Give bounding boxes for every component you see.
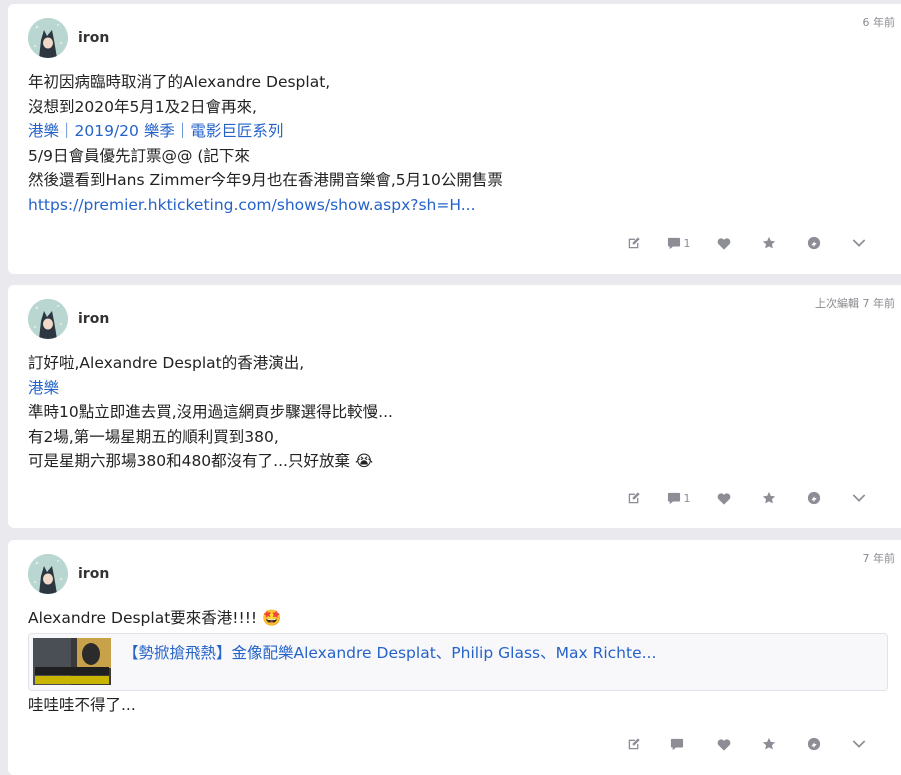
star-icon <box>762 737 775 750</box>
like-button[interactable] <box>701 233 746 253</box>
edit-icon <box>628 492 640 504</box>
post-card: iron 6 年前 年初因病臨時取消了的Alexandre Desplat, 沒… <box>8 4 901 274</box>
share-button[interactable] <box>791 734 836 754</box>
heart-icon <box>717 738 730 751</box>
edit-button[interactable] <box>611 488 656 508</box>
content-link[interactable]: 港樂 <box>28 376 393 401</box>
bookmark-button[interactable] <box>746 734 791 754</box>
bookmark-button[interactable] <box>746 488 791 508</box>
reply-button[interactable]: 1 <box>656 233 701 253</box>
post-actions: 1 <box>611 488 881 508</box>
reply-count: 1 <box>683 236 691 250</box>
author-name[interactable]: iron <box>78 30 109 46</box>
author-name[interactable]: iron <box>78 311 109 327</box>
avatar-image <box>28 299 68 339</box>
post-card: iron 7 年前 Alexandre Desplat要來香港!!!! 🤩 【勢… <box>8 540 901 775</box>
more-button[interactable] <box>836 233 881 253</box>
avatar[interactable] <box>28 299 68 339</box>
avatar[interactable] <box>28 554 68 594</box>
post-card: iron 上次編輯 7 年前 訂好啦,Alexandre Desplat的香港演… <box>8 285 901 528</box>
avatar-image <box>28 554 68 594</box>
content-line: Alexandre Desplat要來香港!!!! 🤩 <box>28 606 281 631</box>
content-line: 訂好啦,Alexandre Desplat的香港演出, <box>28 354 305 372</box>
chevron-down-icon <box>852 740 865 748</box>
star-icon <box>762 236 775 249</box>
chevron-down-icon <box>852 494 865 502</box>
content-link[interactable]: https://premier.hkticketing.com/shows/sh… <box>28 193 503 218</box>
content-text: Alexandre Desplat要來香港!!!! <box>28 609 258 627</box>
content-line: 沒想到2020年5月1及2日會再來, <box>28 97 257 116</box>
reply-button[interactable] <box>656 734 701 754</box>
share-button[interactable] <box>791 488 836 508</box>
share-icon <box>807 737 820 751</box>
link-preview-thumbnail <box>33 638 111 685</box>
reply-button[interactable]: 1 <box>656 488 701 508</box>
post-time[interactable]: 7 年前 <box>863 550 896 566</box>
content-line: 哇哇哇不得了... <box>28 696 136 714</box>
share-icon <box>807 491 820 505</box>
reply-count: 1 <box>683 491 691 505</box>
avatar[interactable] <box>28 18 68 58</box>
content-line: 可是星期六那場380和480都沒有了...只好放棄 😭 <box>28 449 393 474</box>
crying-emoji: 😭 <box>354 452 374 470</box>
post-content-after-card: 哇哇哇不得了... <box>28 693 136 718</box>
share-icon <box>807 236 820 250</box>
star-icon <box>762 491 775 504</box>
post-content: 年初因病臨時取消了的Alexandre Desplat, 沒想到2020年5月1… <box>28 70 503 217</box>
thumbnail-image <box>33 638 111 685</box>
content-line: 5/9日會員優先訂票@@ (記下來 <box>28 146 250 165</box>
edit-icon <box>628 738 640 750</box>
like-button[interactable] <box>701 488 746 508</box>
share-button[interactable] <box>791 233 836 253</box>
content-line: 準時10點立即進去買,沒用過這網頁步驟選得比較慢... <box>28 403 393 421</box>
post-actions: 1 <box>611 233 881 253</box>
post-time[interactable]: 6 年前 <box>863 14 896 30</box>
link-preview-title[interactable]: 【勢掀搶飛熱】金像配樂Alexandre Desplat、Philip Glas… <box>123 641 656 663</box>
content-text: 可是星期六那場380和480都沒有了...只好放棄 <box>28 452 350 470</box>
heart-icon <box>717 237 730 250</box>
edit-button[interactable] <box>611 233 656 253</box>
more-button[interactable] <box>836 488 881 508</box>
link-preview-card[interactable]: 【勢掀搶飛熱】金像配樂Alexandre Desplat、Philip Glas… <box>28 633 888 691</box>
content-line: 年初因病臨時取消了的Alexandre Desplat, <box>28 73 331 91</box>
heart-icon <box>717 492 730 505</box>
edit-button[interactable] <box>611 734 656 754</box>
edit-icon <box>628 237 640 249</box>
more-button[interactable] <box>836 734 881 754</box>
post-actions <box>611 734 881 754</box>
content-line: 有2場,第一場星期五的順利買到380, <box>28 427 279 446</box>
post-content: 訂好啦,Alexandre Desplat的香港演出, 港樂 準時10點立即進去… <box>28 351 393 474</box>
post-content: Alexandre Desplat要來香港!!!! 🤩 <box>28 606 281 631</box>
bookmark-button[interactable] <box>746 233 791 253</box>
content-link[interactable]: 港樂｜2019/20 樂季｜電影巨匠系列 <box>28 119 503 144</box>
like-button[interactable] <box>701 734 746 754</box>
post-time[interactable]: 上次編輯 7 年前 <box>815 295 895 311</box>
comment-icon <box>667 492 680 504</box>
avatar-image <box>28 18 68 58</box>
comment-icon <box>670 738 684 750</box>
content-line: 然後還看到Hans Zimmer今年9月也在香港開音樂會,5月10公開售票 <box>28 171 503 189</box>
comment-icon <box>667 237 680 249</box>
starstruck-emoji: 🤩 <box>262 609 282 627</box>
chevron-down-icon <box>852 239 865 247</box>
author-name[interactable]: iron <box>78 566 109 582</box>
